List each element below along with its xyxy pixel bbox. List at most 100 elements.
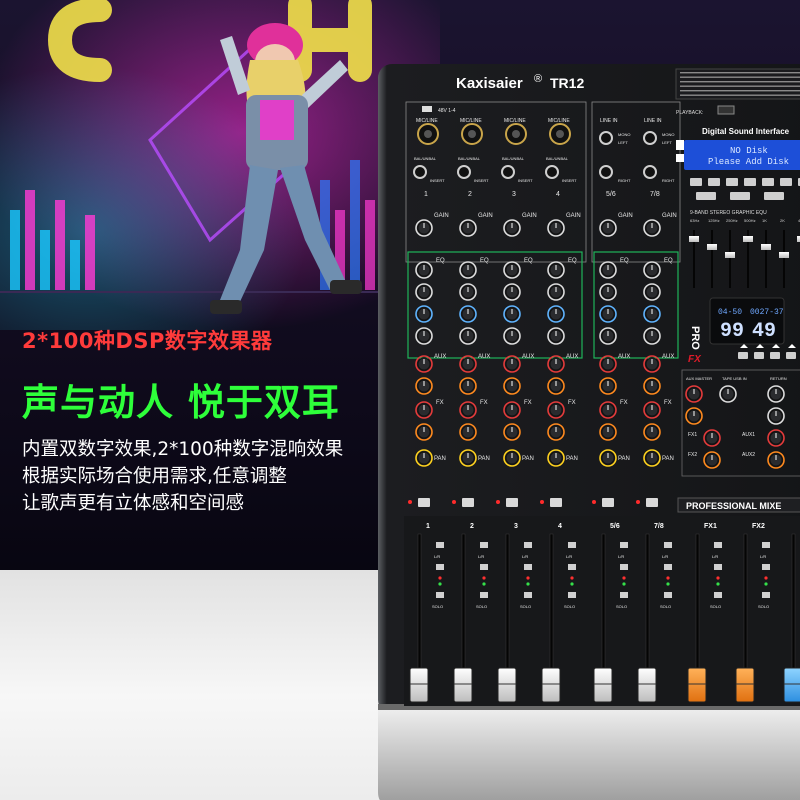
lr-button[interactable]	[620, 564, 628, 570]
eq-high-knob[interactable]	[415, 261, 433, 279]
pan-knob[interactable]	[415, 449, 433, 467]
geq-slider[interactable]	[779, 252, 789, 258]
fx2-send-knob[interactable]	[643, 423, 661, 441]
eq-high-knob[interactable]	[643, 261, 661, 279]
mode-button[interactable]	[764, 192, 784, 200]
line-jack[interactable]	[545, 165, 559, 179]
geq-slider[interactable]	[689, 236, 699, 242]
fader-cap[interactable]	[497, 667, 517, 703]
right-jack[interactable]	[643, 165, 657, 179]
gain-knob[interactable]	[547, 219, 565, 237]
eq-high-knob[interactable]	[599, 261, 617, 279]
playback-button[interactable]	[690, 178, 702, 186]
eq-high-knob[interactable]	[547, 261, 565, 279]
pfl-button[interactable]	[524, 542, 532, 548]
pfl-button[interactable]	[664, 542, 672, 548]
playback-button[interactable]	[726, 178, 738, 186]
mute-button[interactable]	[550, 498, 562, 507]
eq-mid-knob[interactable]	[643, 283, 661, 301]
pan-knob[interactable]	[599, 449, 617, 467]
solo-button[interactable]	[524, 592, 532, 598]
playback-button[interactable]	[780, 178, 792, 186]
fx1-send-knob[interactable]	[415, 401, 433, 419]
eq-low-knob[interactable]	[643, 327, 661, 345]
mode-button[interactable]	[696, 192, 716, 200]
fx-select-button[interactable]	[770, 352, 780, 359]
pfl-button[interactable]	[714, 542, 722, 548]
fx1-send-knob[interactable]	[459, 401, 477, 419]
aux1-master-knob[interactable]	[685, 385, 703, 403]
line-jack[interactable]	[501, 165, 515, 179]
fader-cap[interactable]	[735, 667, 755, 703]
mode-button[interactable]	[730, 192, 750, 200]
fx-select-button[interactable]	[754, 352, 764, 359]
fader-cap[interactable]	[637, 667, 657, 703]
pfl-button[interactable]	[436, 542, 444, 548]
eq-mid-knob[interactable]	[599, 283, 617, 301]
aux1-return-knob[interactable]	[767, 429, 785, 447]
aux2-knob[interactable]	[415, 377, 433, 395]
fx1-to-aux1-knob[interactable]	[703, 429, 721, 447]
tape-level-knob[interactable]	[719, 385, 737, 403]
mute-button[interactable]	[462, 498, 474, 507]
lr-button[interactable]	[762, 564, 770, 570]
mute-button[interactable]	[418, 498, 430, 507]
fx1-send-knob[interactable]	[599, 401, 617, 419]
pan-knob[interactable]	[643, 449, 661, 467]
fx1-send-knob[interactable]	[503, 401, 521, 419]
aux1-knob[interactable]	[503, 355, 521, 373]
fx2-send-knob[interactable]	[503, 423, 521, 441]
geq-slider[interactable]	[707, 244, 717, 250]
eq-mid-freq-knob[interactable]	[547, 305, 565, 323]
pan-knob[interactable]	[547, 449, 565, 467]
aux1-knob[interactable]	[547, 355, 565, 373]
aux2-knob[interactable]	[643, 377, 661, 395]
eq-mid-freq-knob[interactable]	[599, 305, 617, 323]
eq-mid-knob[interactable]	[415, 283, 433, 301]
right-jack[interactable]	[599, 165, 613, 179]
eq-mid-knob[interactable]	[459, 283, 477, 301]
lr-button[interactable]	[436, 564, 444, 570]
aux2-knob[interactable]	[599, 377, 617, 395]
eq-mid-freq-knob[interactable]	[415, 305, 433, 323]
eq-low-knob[interactable]	[503, 327, 521, 345]
aux1-knob[interactable]	[643, 355, 661, 373]
fader-cap[interactable]	[593, 667, 613, 703]
fx2-send-knob[interactable]	[415, 423, 433, 441]
fader-cap[interactable]	[783, 667, 800, 703]
geq-slider[interactable]	[761, 244, 771, 250]
solo-button[interactable]	[762, 592, 770, 598]
geq-slider[interactable]	[743, 236, 753, 242]
gain-knob[interactable]	[503, 219, 521, 237]
aux2-knob[interactable]	[459, 377, 477, 395]
pan-knob[interactable]	[503, 449, 521, 467]
eq-high-knob[interactable]	[503, 261, 521, 279]
fx-select-button[interactable]	[786, 352, 796, 359]
eq-low-knob[interactable]	[459, 327, 477, 345]
eq-mid-freq-knob[interactable]	[503, 305, 521, 323]
aux1-knob[interactable]	[459, 355, 477, 373]
line-jack[interactable]	[413, 165, 427, 179]
lr-button[interactable]	[714, 564, 722, 570]
eq-low-knob[interactable]	[415, 327, 433, 345]
aux2-knob[interactable]	[503, 377, 521, 395]
usb-port[interactable]	[717, 105, 735, 115]
left-mono-jack[interactable]	[643, 131, 657, 145]
fx2-send-knob[interactable]	[599, 423, 617, 441]
lr-button[interactable]	[568, 564, 576, 570]
fader-cap[interactable]	[541, 667, 561, 703]
solo-button[interactable]	[714, 592, 722, 598]
eq-mid-freq-knob[interactable]	[643, 305, 661, 323]
gain-knob[interactable]	[599, 219, 617, 237]
aux2-master-knob[interactable]	[685, 407, 703, 425]
line-jack[interactable]	[457, 165, 471, 179]
solo-button[interactable]	[436, 592, 444, 598]
fader-cap[interactable]	[409, 667, 429, 703]
fader-cap[interactable]	[453, 667, 473, 703]
solo-button[interactable]	[664, 592, 672, 598]
aux1-knob[interactable]	[599, 355, 617, 373]
aux1-knob[interactable]	[415, 355, 433, 373]
pfl-button[interactable]	[568, 542, 576, 548]
fader-cap[interactable]	[687, 667, 707, 703]
aux2-return-knob[interactable]	[767, 451, 785, 469]
